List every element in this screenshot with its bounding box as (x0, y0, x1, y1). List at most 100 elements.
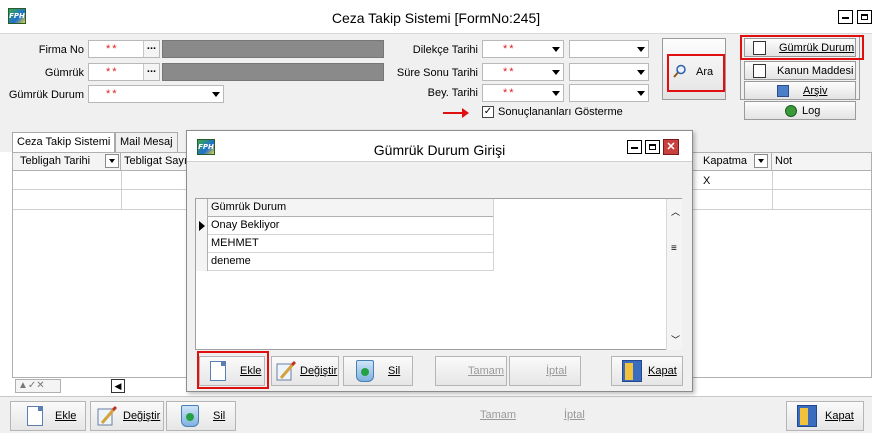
sonuclananlar-checkbox[interactable]: ✓ (482, 106, 494, 118)
sil-button[interactable]: Sil (166, 401, 236, 431)
table-row[interactable]: deneme (196, 253, 494, 271)
sure-sonu-tarihi-label: Süre Sonu Tarihi (396, 67, 478, 79)
dialog-title-bar: FPH Gümrük Durum Girişi ✕ (187, 131, 692, 162)
recycle-bin-icon (181, 405, 199, 427)
row-indicator (196, 235, 208, 253)
scroll-left-button[interactable]: ◀ (111, 379, 125, 393)
required-marker: ** (503, 66, 516, 78)
archive-icon (777, 85, 789, 97)
kanun-maddesi-button[interactable]: Kanun Maddesi (744, 61, 856, 80)
gumruk-durum-highlight (740, 35, 864, 60)
ekle-label: Ekle (55, 410, 77, 422)
gumruk-name-display (162, 63, 384, 81)
tamam-label: Tamam (480, 409, 517, 421)
required-marker: ** (503, 87, 516, 99)
tab-ceza-takip-sistemi[interactable]: Ceza Takip Sistemi (12, 132, 116, 152)
dilekce-tarihi-end[interactable] (569, 40, 649, 58)
column-header[interactable]: Tebligah Tarihi (17, 153, 121, 171)
chevron-down-icon (212, 92, 220, 97)
magnifier-icon (673, 64, 687, 78)
degistir-button[interactable]: Değiştir (90, 401, 164, 431)
minimize-button[interactable] (838, 10, 853, 24)
navigator-bar[interactable]: ▲✓✕ (15, 379, 61, 393)
scroll-thumb-grip-icon[interactable]: ≡ (671, 243, 677, 254)
gumruk-durum-grid[interactable]: Gümrük Durum Onay Bekliyor MEHMET deneme… (195, 198, 682, 350)
row-indicator (196, 253, 208, 271)
bey-tarihi-start[interactable]: ** (482, 84, 564, 102)
log-button-label: Log (802, 105, 821, 117)
ekle-highlight (197, 351, 269, 389)
column-header[interactable]: Kapatma (700, 153, 772, 171)
log-icon (785, 105, 797, 117)
exit-door-icon (797, 405, 817, 427)
vertical-scrollbar[interactable]: ︿ ≡ ﹀ (666, 199, 682, 350)
dialog-degistir-button[interactable]: Değiştir (271, 356, 339, 386)
table-cell: MEHMET (209, 235, 494, 253)
chevron-down-icon (637, 47, 645, 52)
dialog-sil-button[interactable]: Sil (343, 356, 413, 386)
tamam-button[interactable]: Tamam (436, 401, 516, 431)
firma-no-label: Firma No (38, 44, 84, 56)
column-header[interactable]: Gümrük Durum (209, 199, 494, 217)
maximize-button[interactable] (857, 10, 872, 24)
sure-sonu-tarihi-end[interactable] (569, 63, 649, 81)
chevron-down-icon (552, 47, 560, 52)
log-button[interactable]: Log (744, 101, 856, 120)
grid-header: Gümrük Durum (196, 199, 494, 217)
iptal-label: İptal (564, 409, 585, 421)
chevron-down-icon[interactable] (105, 154, 119, 168)
required-marker: ** (106, 88, 119, 100)
arsiv-button[interactable]: Arşiv (744, 81, 856, 100)
grid-divider (121, 171, 122, 209)
table-cell: Onay Bekliyor (209, 217, 494, 235)
firma-name-display (162, 40, 384, 58)
chevron-down-icon (552, 91, 560, 96)
ara-label: Ara (696, 66, 714, 78)
chevron-down-icon[interactable] (754, 154, 768, 168)
column-header[interactable]: Not (772, 153, 871, 171)
dialog-maximize-button[interactable] (645, 140, 660, 154)
dialog-tamam-button[interactable]: Tamam (435, 356, 507, 386)
new-document-icon (27, 406, 43, 426)
red-arrow-annotation (443, 108, 469, 118)
window-title: Ceza Takip Sistemi [FormNo:245] (331, 10, 541, 26)
tab-mail-mesaj[interactable]: Mail Mesaj (115, 132, 178, 152)
gumruk-durum-select[interactable]: ** (88, 85, 224, 103)
required-marker: ** (106, 43, 119, 55)
dilekce-tarihi-start[interactable]: ** (482, 40, 564, 58)
chevron-down-icon (637, 91, 645, 96)
firma-no-lookup-button[interactable]: ... (143, 41, 159, 57)
window-title-bar: FPH Ceza Takip Sistemi [FormNo:245] (0, 0, 872, 34)
ekle-button[interactable]: Ekle (10, 401, 86, 431)
arsiv-button-label: Arşiv (803, 85, 828, 97)
gumruk-lookup-button[interactable]: ... (143, 64, 159, 80)
dialog-iptal-button[interactable]: İptal (509, 356, 581, 386)
scroll-down-icon[interactable]: ﹀ (671, 333, 680, 346)
required-marker: ** (106, 66, 119, 78)
sure-sonu-tarihi-start[interactable]: ** (482, 63, 564, 81)
row-indicator (196, 217, 208, 235)
kapatma-cell: X (703, 175, 711, 187)
dialog-minimize-button[interactable] (627, 140, 642, 154)
gumruk-field[interactable]: ** ... (88, 63, 160, 81)
table-row[interactable]: Onay Bekliyor (196, 217, 494, 235)
gumruk-durum-label: Gümrük Durum (8, 89, 84, 101)
dialog-degistir-label: Değiştir (300, 365, 338, 377)
recycle-bin-icon (356, 360, 374, 382)
table-row[interactable]: MEHMET (196, 235, 494, 253)
search-form: Firma No ** ... Gümrük ** ... Gümrük Dur… (0, 34, 872, 130)
dialog-kapat-button[interactable]: Kapat (611, 356, 683, 386)
gumruk-durum-dialog: FPH Gümrük Durum Girişi ✕ Gümrük Durum O… (186, 130, 693, 392)
kapat-label: Kapat (825, 410, 854, 422)
bey-tarihi-end[interactable] (569, 84, 649, 102)
dialog-close-button[interactable]: ✕ (663, 139, 679, 155)
firma-no-field[interactable]: ** ... (88, 40, 160, 58)
scroll-up-icon[interactable]: ︿ (671, 205, 680, 218)
sonuclananlar-label: Sonuçlananları Gösterme (498, 106, 623, 118)
chevron-down-icon (552, 70, 560, 75)
exit-door-icon (622, 360, 642, 382)
kapat-button[interactable]: Kapat (786, 401, 864, 431)
table-cell: deneme (209, 253, 494, 271)
dialog-kapat-label: Kapat (648, 365, 677, 377)
iptal-button[interactable]: İptal (520, 401, 592, 431)
